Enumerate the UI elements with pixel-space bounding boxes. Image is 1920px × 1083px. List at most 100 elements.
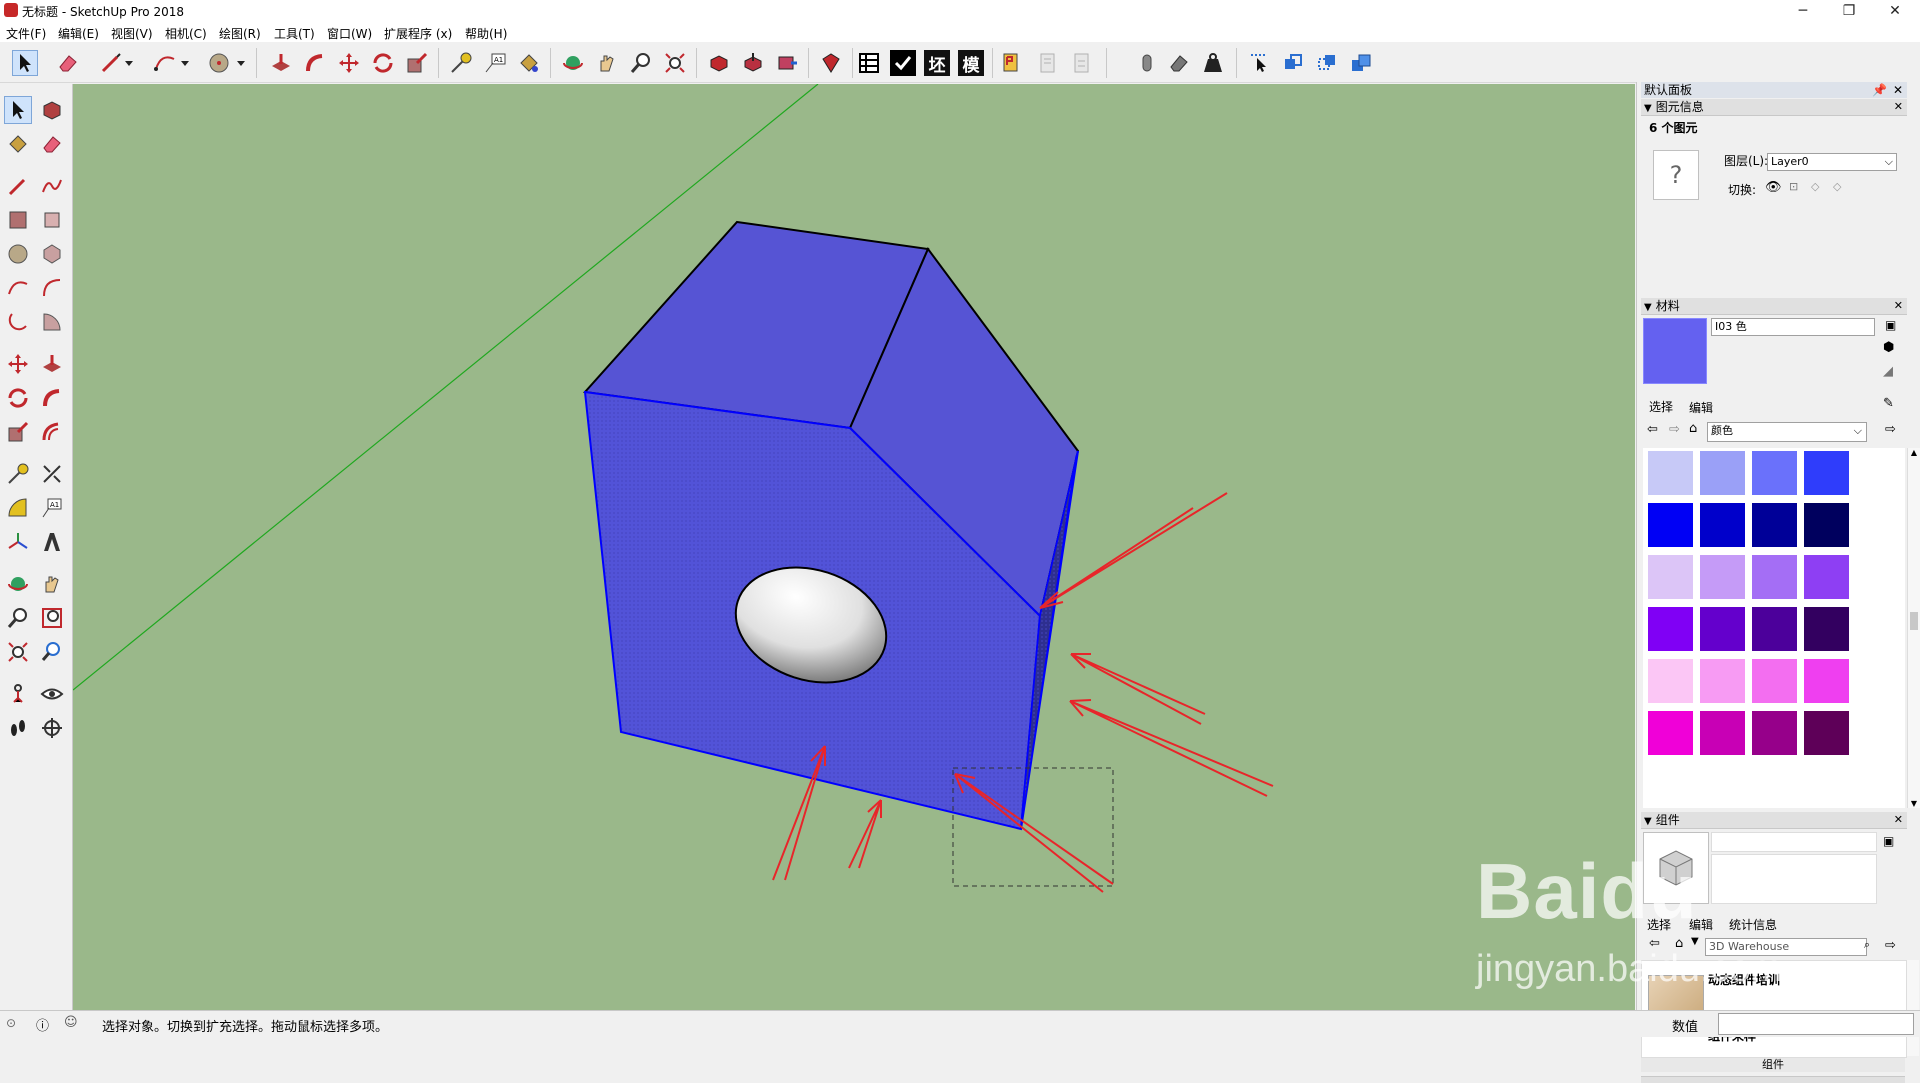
component-name-field[interactable]	[1711, 832, 1877, 852]
color-swatch[interactable]	[1699, 658, 1746, 704]
details-arrow-icon[interactable]: ⇨	[1885, 422, 1896, 437]
paint-bucket-icon[interactable]	[516, 50, 542, 76]
walk-icon[interactable]	[4, 714, 32, 742]
3d-warehouse-icon[interactable]	[706, 50, 732, 76]
color-swatch[interactable]	[1803, 554, 1850, 600]
pi-button[interactable]: 坯	[924, 50, 950, 76]
solid-cylinder-icon[interactable]	[1134, 50, 1160, 76]
model-canvas[interactable]	[73, 84, 1635, 1010]
circle-tool-icon[interactable]	[4, 240, 32, 268]
shape-dropdown-icon[interactable]	[234, 50, 248, 76]
previous-view-icon[interactable]	[38, 638, 66, 666]
offset-icon[interactable]	[38, 418, 66, 446]
color-swatch[interactable]	[1751, 606, 1798, 652]
components-tab-statistics[interactable]: 统计信息	[1729, 916, 1777, 933]
credits-icon[interactable]: ⓘ	[36, 1015, 49, 1034]
materials-close-icon[interactable]: ✕	[1894, 298, 1903, 314]
component-scrollbar[interactable]	[1907, 960, 1919, 1056]
color-swatch[interactable]	[1803, 450, 1850, 496]
components-close-icon[interactable]: ✕	[1894, 812, 1903, 828]
three-point-arc-icon[interactable]	[4, 308, 32, 336]
arc-dropdown-icon[interactable]	[178, 50, 192, 76]
menu-view[interactable]: 视图(V)	[111, 25, 153, 42]
materials-tab-edit[interactable]: 编辑	[1689, 399, 1713, 416]
color-swatch[interactable]	[1803, 502, 1850, 548]
materials-tab-select[interactable]: 选择	[1649, 398, 1673, 415]
style-builder-icon[interactable]	[1070, 50, 1096, 76]
zoom-icon[interactable]	[628, 50, 654, 76]
eraser-icon[interactable]	[55, 50, 81, 76]
search-icon[interactable]: ⌕	[1859, 938, 1875, 954]
arc-tool-icon[interactable]	[152, 50, 178, 76]
weight-icon[interactable]	[1200, 50, 1226, 76]
eraser-icon[interactable]	[38, 130, 66, 158]
share-component-icon[interactable]	[774, 50, 800, 76]
layout-icon[interactable]	[1000, 50, 1026, 76]
entity-info-close-icon[interactable]: ✕	[1894, 99, 1903, 115]
shadow-receive-icon[interactable]: ◇	[1833, 180, 1841, 193]
select-tool-icon[interactable]	[12, 50, 38, 76]
color-swatch[interactable]	[1647, 450, 1694, 496]
materials-header[interactable]: ▼ 材料 ✕	[1641, 298, 1907, 315]
move-tool-icon[interactable]	[336, 50, 362, 76]
zoom-icon[interactable]	[4, 604, 32, 632]
color-swatch[interactable]	[1647, 502, 1694, 548]
table-icon[interactable]	[856, 50, 882, 76]
color-swatch[interactable]	[1699, 710, 1746, 756]
make-component-icon[interactable]	[38, 96, 66, 124]
color-swatch[interactable]	[1803, 606, 1850, 652]
scale-tool-icon[interactable]	[404, 50, 430, 76]
menu-draw[interactable]: 绘图(R)	[219, 25, 261, 42]
lock-icon[interactable]: ⊡	[1789, 180, 1798, 193]
line-dropdown-icon[interactable]	[122, 50, 136, 76]
line-tool-icon[interactable]	[4, 172, 32, 200]
report-icon[interactable]	[1036, 50, 1062, 76]
create-material-icon[interactable]: ▣	[1885, 318, 1896, 332]
tray-close-icon[interactable]: ✕	[1893, 82, 1903, 98]
follow-me-icon[interactable]	[38, 384, 66, 412]
menu-edit[interactable]: 编辑(E)	[58, 25, 99, 42]
forward-arrow-icon[interactable]: ⇨	[1669, 422, 1680, 437]
component-description-field[interactable]	[1711, 854, 1877, 904]
chevron-down-icon[interactable]: ▼	[1691, 936, 1699, 947]
color-swatch[interactable]	[1803, 710, 1850, 756]
color-swatch[interactable]	[1751, 450, 1798, 496]
arc-tool-icon[interactable]	[4, 274, 32, 302]
scroll-thumb[interactable]	[1910, 612, 1918, 630]
sandbox-eraser-icon[interactable]	[1166, 50, 1192, 76]
two-point-arc-icon[interactable]	[38, 274, 66, 302]
follow-me-icon[interactable]	[302, 50, 328, 76]
drawing-viewport[interactable]	[73, 84, 1635, 1010]
rotate-tool-icon[interactable]	[4, 384, 32, 412]
sample-paint-icon[interactable]: ◢	[1883, 364, 1893, 379]
section-cut-icon[interactable]	[1348, 50, 1374, 76]
color-swatch[interactable]	[1803, 658, 1850, 704]
section-plane-icon[interactable]	[38, 714, 66, 742]
components-header[interactable]: ▼ 组件 ✕	[1641, 812, 1907, 829]
select-arrow-blue-icon[interactable]	[1246, 50, 1272, 76]
color-swatch[interactable]	[1647, 658, 1694, 704]
menu-tools[interactable]: 工具(T)	[274, 25, 315, 42]
tape-measure-icon[interactable]	[4, 460, 32, 488]
eyedropper-icon[interactable]: ✎	[1883, 396, 1894, 411]
tape-measure-icon[interactable]	[448, 50, 474, 76]
push-pull-icon[interactable]	[38, 350, 66, 378]
scroll-up-icon[interactable]: ▲	[1908, 448, 1920, 457]
rotated-rectangle-icon[interactable]	[38, 206, 66, 234]
rectangle-icon[interactable]	[4, 206, 32, 234]
color-swatch[interactable]	[1751, 502, 1798, 548]
pie-icon[interactable]	[38, 308, 66, 336]
component-options-icon[interactable]: ▣	[1883, 834, 1894, 848]
section-display-icon[interactable]	[1314, 50, 1340, 76]
user-icon[interactable]: ☺	[64, 1015, 78, 1030]
axes-icon[interactable]	[4, 528, 32, 556]
color-swatch[interactable]	[1751, 658, 1798, 704]
text-tool-icon[interactable]: A1	[482, 50, 508, 76]
color-swatch[interactable]	[1751, 554, 1798, 600]
color-swatch[interactable]	[1699, 554, 1746, 600]
color-swatch[interactable]	[1647, 554, 1694, 600]
zoom-extents-icon[interactable]	[4, 638, 32, 666]
menu-file[interactable]: 文件(F)	[6, 25, 46, 42]
polygon-icon[interactable]	[38, 240, 66, 268]
swatch-scrollbar[interactable]: ▲ ▼	[1907, 448, 1920, 808]
